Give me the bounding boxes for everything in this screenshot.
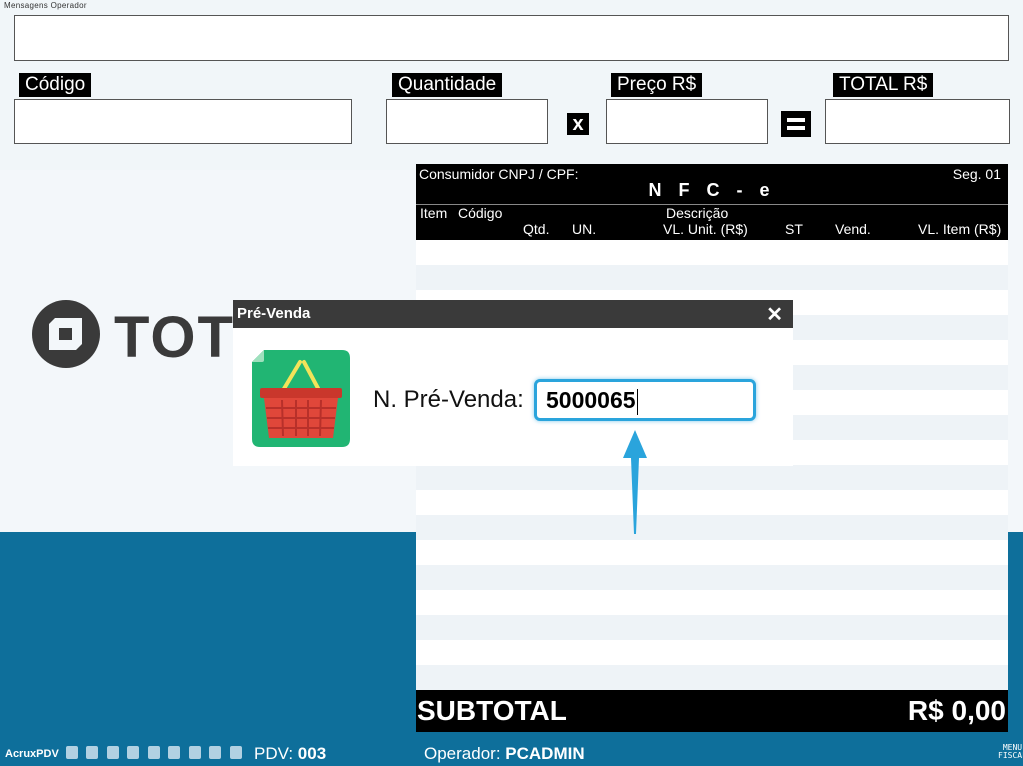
times-symbol: x <box>567 113 589 135</box>
pre-venda-number-input[interactable]: 5000065 <box>534 379 756 421</box>
shield-icon <box>168 746 181 759</box>
dialog-titlebar: Pré-Venda ✕ <box>233 300 793 328</box>
network-icon <box>86 746 99 759</box>
card-reader-icon <box>188 746 201 759</box>
totvs-logo-icon <box>32 300 100 368</box>
subtotal-value: R$ 0,00 <box>907 695 1006 726</box>
preco-input[interactable] <box>606 99 768 144</box>
list-item <box>416 490 1008 515</box>
pre-venda-number-value: 5000065 <box>546 387 638 415</box>
col-codigo: Código <box>458 205 503 221</box>
quantidade-label: Quantidade <box>392 73 503 97</box>
operator-indicator: Operador: PCADMIN <box>424 744 585 763</box>
pre-venda-dialog: Pré-Venda ✕ N. Pré-Venda: 5000065 <box>233 300 793 466</box>
totvs-logo: TOTVS <box>30 298 235 374</box>
col-qtd: Qtd. <box>523 221 550 237</box>
subtotal-label: SUBTOTAL <box>417 695 567 726</box>
list-item <box>416 590 1008 615</box>
app-name: AcruxPDV <box>5 748 59 760</box>
usb-icon <box>66 746 78 759</box>
total-label: TOTAL R$ <box>833 73 934 97</box>
list-item <box>416 240 1008 265</box>
preco-label: Preço R$ <box>611 73 703 97</box>
pdv-indicator: PDV: 003 <box>254 744 327 763</box>
subtotal-bar: SUBTOTAL R$ 0,00 <box>416 690 1008 732</box>
printer-icon <box>106 746 119 759</box>
status-bar: AcruxPDV PDV: 003 Operador: PCADMIN MENU… <box>0 740 1023 766</box>
scale-icon <box>127 746 140 759</box>
equals-symbol <box>781 111 811 137</box>
col-descricao: Descrição <box>666 205 729 221</box>
pointer-arrow-icon <box>623 430 647 534</box>
operator-messages-caption: Mensagens Operador <box>4 1 87 10</box>
col-st: ST <box>785 221 803 237</box>
col-vend: Vend. <box>835 221 871 237</box>
quantidade-input[interactable] <box>386 99 548 144</box>
close-icon[interactable]: ✕ <box>766 302 783 327</box>
receipt-title: N F C - e <box>648 180 776 200</box>
menu-fiscal-button[interactable]: MENUFISCAL <box>998 744 1023 760</box>
col-item: Item <box>420 205 448 221</box>
col-vl-unit: VL. Unit. (R$) <box>663 221 748 237</box>
shopping-basket-icon <box>252 350 350 447</box>
product-description-display <box>14 15 1009 61</box>
list-item <box>416 665 1008 690</box>
status-icons <box>66 746 246 764</box>
col-vl-item: VL. Item (R$) <box>918 221 1002 237</box>
list-item <box>416 265 1008 290</box>
receipt-header: Consumidor CNPJ / CPF: Seg. 01 N F C - e… <box>416 164 1008 240</box>
col-un: UN. <box>572 221 597 237</box>
keyboard-icon <box>229 746 242 759</box>
codigo-input[interactable] <box>14 99 352 144</box>
pre-venda-field-label: N. Pré-Venda: <box>373 386 524 413</box>
dialog-title: Pré-Venda <box>237 305 311 322</box>
totvs-logo-text: TOTVS <box>114 305 235 370</box>
list-item <box>416 515 1008 540</box>
barcode-icon <box>209 746 222 759</box>
list-item <box>416 465 1008 490</box>
codigo-label: Código <box>19 73 92 97</box>
list-item <box>416 565 1008 590</box>
cash-drawer-icon <box>147 746 160 759</box>
total-input <box>825 99 1010 144</box>
list-item <box>416 540 1008 565</box>
list-item <box>416 640 1008 665</box>
list-item <box>416 615 1008 640</box>
